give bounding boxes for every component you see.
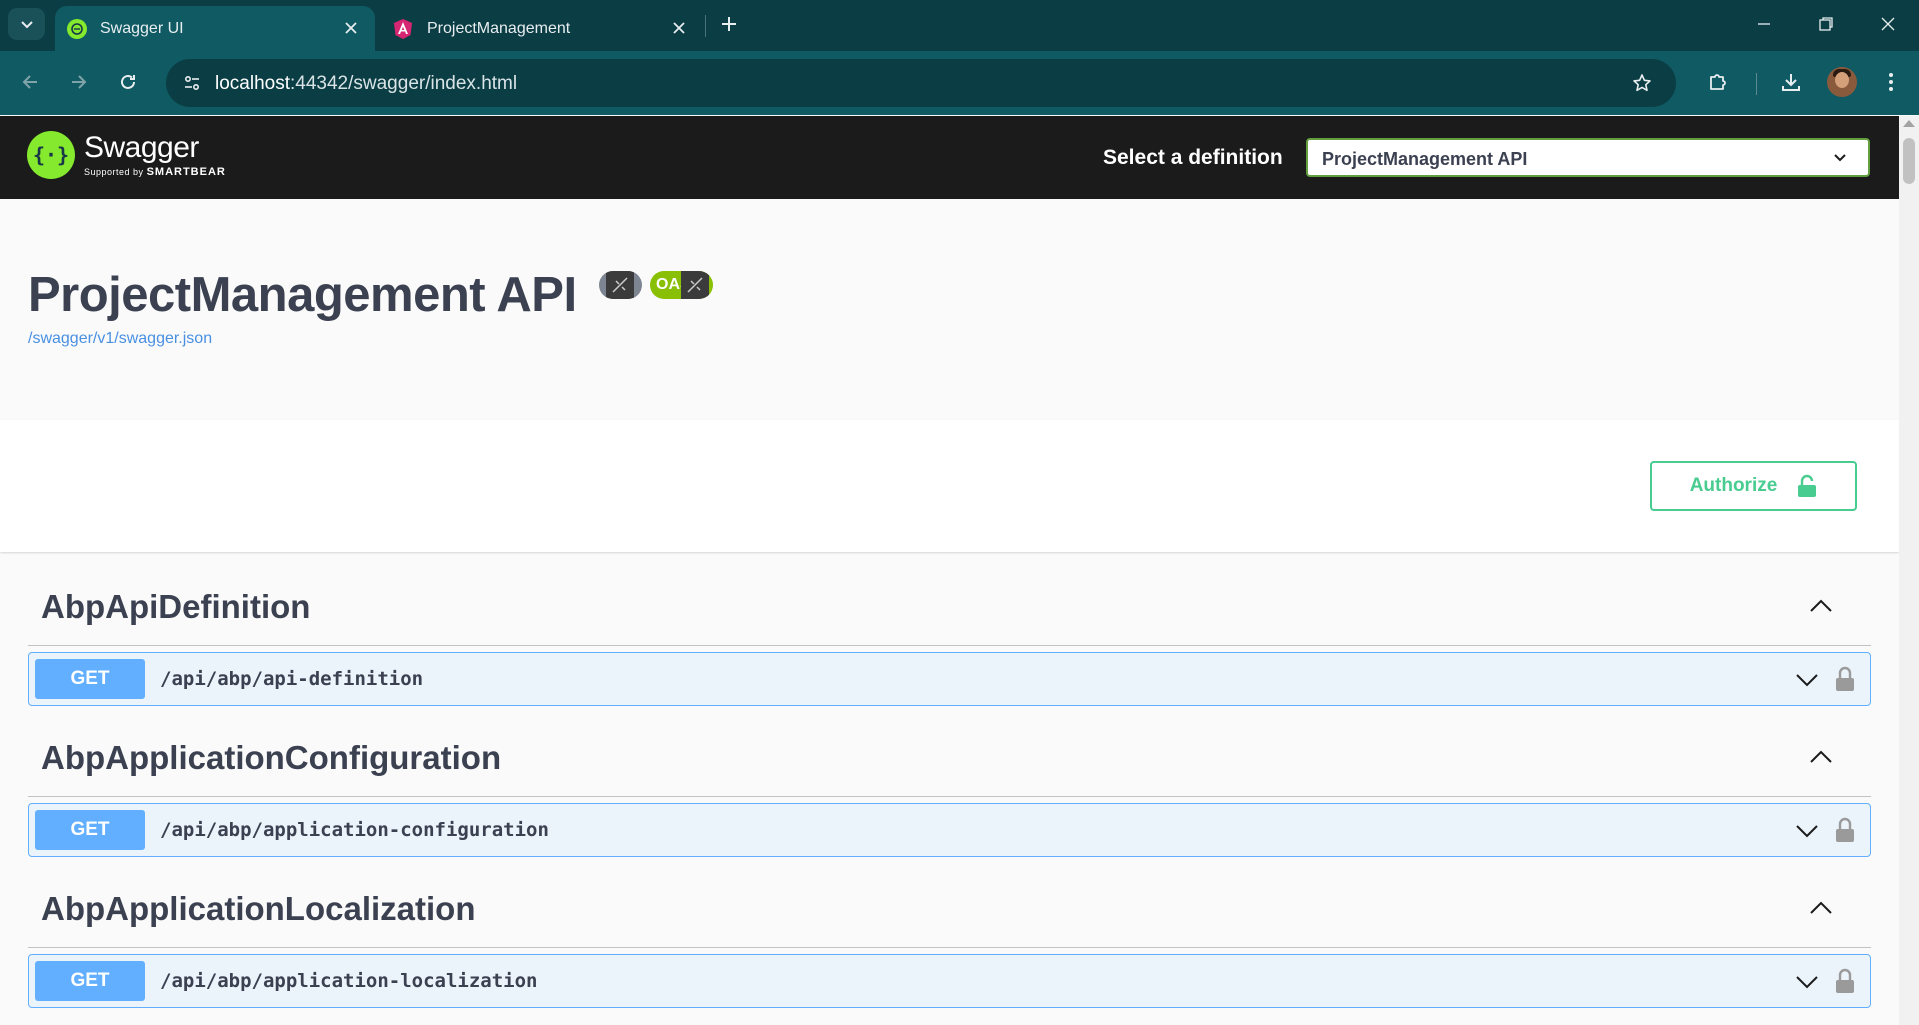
page-scrollbar[interactable] <box>1899 116 1919 1025</box>
new-tab-button[interactable] <box>716 10 742 38</box>
url-path: :44342/swagger/index.html <box>290 73 518 94</box>
tab-title: Swagger UI <box>100 19 184 37</box>
broken-image-icon <box>606 271 634 299</box>
toolbar-separator <box>1756 73 1757 95</box>
tag-section: AbpApplicationConfiguration GET /api/abp… <box>28 703 1871 857</box>
menu-button[interactable] <box>1873 64 1909 100</box>
select-definition-label: Select a definition <box>1103 146 1283 169</box>
lock-icon[interactable] <box>1832 965 1858 997</box>
tag-name: AbpApplicationLocalization <box>41 890 476 927</box>
address-bar[interactable]: localhost:44342/swagger/index.html <box>166 59 1676 107</box>
swagger-logo-icon: {·} <box>27 131 75 179</box>
swagger-logo[interactable]: {·} Swagger Supported by SMARTBEAR <box>27 131 226 179</box>
tab-separator <box>705 15 706 37</box>
puzzle-icon <box>1710 74 1726 90</box>
chevron-up-icon[interactable] <box>1805 896 1837 920</box>
tag-header[interactable]: AbpApplicationConfiguration <box>28 703 1871 797</box>
opblock-get[interactable]: GET /api/abp/api-definition <box>28 652 1871 706</box>
broken-image-icon <box>681 271 709 299</box>
restore-button[interactable] <box>1795 0 1857 48</box>
endpoint-path: /api/abp/application-localization <box>160 970 538 992</box>
tab-title: ProjectManagement <box>427 19 571 37</box>
page-title: ProjectManagement API <box>28 268 577 322</box>
reload-button[interactable] <box>110 64 146 100</box>
method-badge: GET <box>35 810 145 850</box>
close-icon <box>1881 17 1895 31</box>
tab-swagger-ui[interactable]: Swagger UI <box>55 6 375 51</box>
url-host: localhost <box>215 73 290 94</box>
oas-badge: OAS <box>650 271 713 299</box>
reload-icon <box>121 74 135 89</box>
endpoint-path: /api/abp/application-configuration <box>160 819 549 841</box>
tune-icon <box>184 75 200 91</box>
scroll-up-arrow-icon[interactable] <box>1903 120 1915 127</box>
authorize-label: Authorize <box>1689 475 1778 496</box>
extensions-button[interactable] <box>1700 64 1736 100</box>
browser-tabstrip: Swagger UI ProjectManagement <box>0 0 1919 51</box>
chevron-down-icon[interactable] <box>1792 970 1822 994</box>
profile-avatar[interactable] <box>1827 67 1857 97</box>
minimize-icon <box>1758 23 1770 25</box>
scroll-thumb[interactable] <box>1903 138 1915 184</box>
api-info: ProjectManagement API OAS /swagger/v1/sw… <box>0 199 1899 420</box>
restore-icon <box>1819 17 1833 31</box>
tag-section: AbpApiDefinition GET /api/abp/api-defini… <box>28 552 1871 706</box>
close-window-button[interactable] <box>1857 0 1919 48</box>
swagger-json-link[interactable]: /swagger/v1/swagger.json <box>28 330 212 348</box>
definition-select[interactable]: ProjectManagement API <box>1306 138 1870 177</box>
lock-icon[interactable] <box>1832 663 1858 695</box>
chevron-up-icon[interactable] <box>1805 594 1837 618</box>
method-badge: GET <box>35 961 145 1001</box>
chevron-down-icon <box>20 21 33 29</box>
back-button[interactable] <box>12 64 48 100</box>
close-icon[interactable] <box>341 18 361 38</box>
arrow-right-icon <box>72 75 87 89</box>
chevron-down-icon[interactable] <box>1792 819 1822 843</box>
version-badge <box>599 271 642 299</box>
chevron-down-icon <box>1834 154 1846 162</box>
avatar-face <box>1835 72 1849 88</box>
authorize-button[interactable]: Authorize <box>1650 461 1857 511</box>
chevron-up-icon[interactable] <box>1805 745 1837 769</box>
tag-header[interactable]: AbpApiDefinition <box>28 552 1871 646</box>
tab-projectmanagement[interactable]: ProjectManagement <box>378 6 703 51</box>
plus-icon <box>722 17 736 31</box>
chevron-down-icon[interactable] <box>1792 668 1822 692</box>
scheme-container: Authorize <box>0 420 1899 552</box>
tag-name: AbpApiDefinition <box>41 588 311 625</box>
star-icon <box>1633 74 1651 92</box>
tag-header[interactable]: AbpApplicationLocalization <box>28 854 1871 948</box>
swagger-topbar: {·} Swagger Supported by SMARTBEAR Selec… <box>0 116 1899 199</box>
tag-name: AbpApplicationConfiguration <box>41 739 502 776</box>
lock-icon[interactable] <box>1832 814 1858 846</box>
opblock-get[interactable]: GET /api/abp/application-localization <box>28 954 1871 1008</box>
site-info-button[interactable] <box>176 67 208 99</box>
minimize-button[interactable] <box>1733 0 1795 48</box>
endpoint-path: /api/abp/api-definition <box>160 668 424 690</box>
forward-button[interactable] <box>61 64 97 100</box>
angular-favicon-icon <box>392 18 414 40</box>
tab-search-button[interactable] <box>8 8 45 40</box>
arrow-left-icon <box>22 75 37 89</box>
downloads-button[interactable] <box>1773 64 1809 100</box>
unlocked-icon <box>1798 474 1817 497</box>
tag-section: AbpApplicationLocalization GET /api/abp/… <box>28 854 1871 1008</box>
browser-toolbar: localhost:44342/swagger/index.html <box>0 51 1919 115</box>
opblock-get[interactable]: GET /api/abp/application-configuration <box>28 803 1871 857</box>
close-icon[interactable] <box>669 18 689 38</box>
more-vertical-icon <box>1889 73 1893 91</box>
logo-name: Swagger <box>84 130 199 164</box>
bookmark-button[interactable] <box>1628 69 1656 97</box>
url-text[interactable]: localhost:44342/swagger/index.html <box>215 73 517 95</box>
logo-subtitle: Supported by SMARTBEAR <box>84 165 226 178</box>
swagger-favicon-icon <box>67 18 87 39</box>
method-badge: GET <box>35 659 145 699</box>
download-icon <box>1782 74 1800 91</box>
definition-select-value: ProjectManagement API <box>1322 149 1528 169</box>
